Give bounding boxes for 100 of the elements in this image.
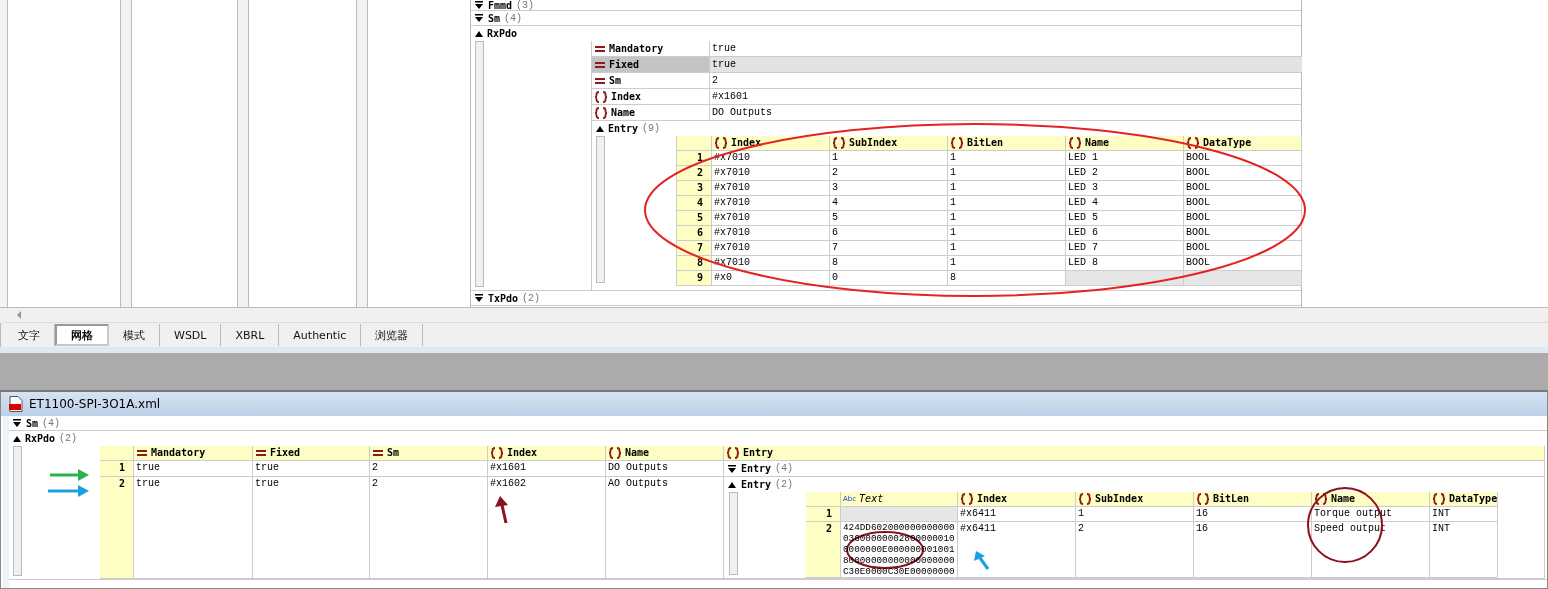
column-header[interactable]: BitLen bbox=[1213, 492, 1250, 506]
attribute-icon bbox=[136, 448, 148, 458]
column-header[interactable]: DataType bbox=[1449, 492, 1498, 506]
node-count: (2) bbox=[59, 433, 78, 444]
table-cell: true bbox=[134, 461, 253, 477]
attribute-row[interactable]: Index #x1601 bbox=[592, 89, 1302, 105]
node-label: RxPdo bbox=[25, 433, 56, 444]
attribute-row[interactable]: Sm 2 bbox=[592, 73, 1302, 89]
row-number[interactable]: 2 bbox=[806, 522, 841, 578]
row-number[interactable]: 7 bbox=[677, 241, 712, 256]
column-header[interactable]: SubIndex bbox=[849, 136, 898, 150]
table-cell: #x7010 bbox=[712, 241, 830, 256]
column-header[interactable]: Text bbox=[859, 492, 884, 506]
table-cell: 2 bbox=[1076, 522, 1194, 578]
table-cell: BOOL bbox=[1184, 211, 1302, 226]
annotation-arrow bbox=[495, 496, 508, 524]
expand-toggle[interactable] bbox=[474, 0, 484, 10]
column-header[interactable]: Name bbox=[1085, 136, 1110, 150]
table-cell: 1 bbox=[948, 211, 1066, 226]
node-count: (9) bbox=[642, 123, 661, 134]
table-cell: #x1601 bbox=[488, 461, 606, 477]
braces-icon bbox=[1186, 137, 1200, 149]
attribute-row[interactable]: Name DO Outputs bbox=[592, 105, 1302, 121]
expand-toggle[interactable] bbox=[12, 418, 22, 428]
table-cell: 8 bbox=[948, 271, 1066, 286]
node-label: Fmmd bbox=[488, 0, 513, 10]
tab[interactable]: 网格 bbox=[55, 324, 109, 346]
column-header[interactable]: Sm bbox=[387, 446, 400, 460]
braces-icon bbox=[832, 137, 846, 149]
expand-toggle[interactable] bbox=[727, 463, 737, 474]
row-number[interactable]: 6 bbox=[677, 226, 712, 241]
annotation-arrow bbox=[50, 469, 89, 481]
braces-icon bbox=[1432, 493, 1446, 505]
braces-icon bbox=[1068, 137, 1082, 149]
node-count: (2) bbox=[522, 292, 541, 304]
expand-toggle[interactable] bbox=[12, 434, 22, 444]
table-cell: BOOL bbox=[1184, 196, 1302, 211]
node-count: (3) bbox=[516, 0, 535, 10]
row-number[interactable]: 1 bbox=[677, 151, 712, 166]
row-number[interactable]: 1 bbox=[100, 461, 134, 477]
table-cell: true bbox=[253, 461, 370, 477]
node-label: TxPdo bbox=[488, 292, 519, 304]
row-number[interactable]: 3 bbox=[677, 181, 712, 196]
braces-icon bbox=[608, 447, 622, 459]
expand-toggle[interactable] bbox=[474, 293, 484, 303]
file-icon bbox=[9, 396, 23, 412]
column-header[interactable]: Mandatory bbox=[151, 446, 206, 460]
table-cell: LED 6 bbox=[1066, 226, 1184, 241]
braces-icon bbox=[950, 137, 964, 149]
annotation-arrow bbox=[48, 485, 89, 497]
braces-icon bbox=[1314, 493, 1328, 505]
table-cell: 8 bbox=[830, 256, 948, 271]
table-cell: DO Outputs bbox=[606, 461, 724, 477]
attribute-value: #x1601 bbox=[711, 90, 749, 104]
column-header[interactable]: Entry bbox=[743, 446, 774, 460]
row-number[interactable]: 2 bbox=[677, 166, 712, 181]
table-cell: 6 bbox=[830, 226, 948, 241]
table-cell: #x7010 bbox=[712, 166, 830, 181]
table-cell: #x7010 bbox=[712, 256, 830, 271]
table-cell: #x0 bbox=[712, 271, 830, 286]
column-header[interactable]: DataType bbox=[1203, 136, 1252, 150]
table-cell: LED 5 bbox=[1066, 211, 1184, 226]
attribute-row[interactable]: Fixed true bbox=[592, 57, 1302, 73]
window-title: ET1100-SPI-3O1A.xml bbox=[29, 397, 161, 411]
expand-toggle[interactable] bbox=[595, 124, 605, 134]
column-header[interactable]: Fixed bbox=[270, 446, 301, 460]
column-header[interactable]: Name bbox=[1331, 492, 1356, 506]
row-number[interactable]: 9 bbox=[677, 271, 712, 286]
table-cell: 2 bbox=[830, 166, 948, 181]
attribute-icon bbox=[255, 448, 267, 458]
attribute-name: Index bbox=[611, 91, 642, 102]
table-cell: #x7010 bbox=[712, 211, 830, 226]
expand-toggle[interactable] bbox=[474, 13, 484, 23]
table-cell: 0 bbox=[830, 271, 948, 286]
node-label: Entry bbox=[741, 477, 772, 492]
table-cell: 16 bbox=[1194, 522, 1312, 578]
row-number[interactable]: 8 bbox=[677, 256, 712, 271]
table-cell: AO Outputs bbox=[606, 477, 724, 579]
row-number[interactable]: 2 bbox=[100, 477, 134, 579]
column-header[interactable]: Name bbox=[625, 446, 650, 460]
row-number[interactable]: 1 bbox=[806, 507, 841, 522]
attribute-value: DO Outputs bbox=[711, 106, 773, 120]
row-number[interactable]: 5 bbox=[677, 211, 712, 226]
row-number[interactable]: 4 bbox=[677, 196, 712, 211]
braces-icon bbox=[714, 137, 728, 149]
table-cell: 2 bbox=[370, 477, 488, 579]
column-header[interactable]: Index bbox=[507, 446, 538, 460]
braces-icon bbox=[960, 493, 974, 505]
table-cell: 1 bbox=[948, 196, 1066, 211]
table-cell: BOOL bbox=[1184, 166, 1302, 181]
braces-icon bbox=[726, 447, 740, 459]
table-cell: 2 bbox=[370, 461, 488, 477]
column-header[interactable]: Index bbox=[977, 492, 1008, 506]
column-header[interactable]: SubIndex bbox=[1095, 492, 1144, 506]
attribute-icon bbox=[594, 75, 606, 86]
column-header[interactable]: BitLen bbox=[967, 136, 1004, 150]
column-header[interactable]: Index bbox=[731, 136, 762, 150]
attribute-value: 2 bbox=[711, 74, 719, 88]
expand-toggle[interactable] bbox=[474, 29, 484, 39]
attribute-name: Mandatory bbox=[609, 43, 664, 54]
